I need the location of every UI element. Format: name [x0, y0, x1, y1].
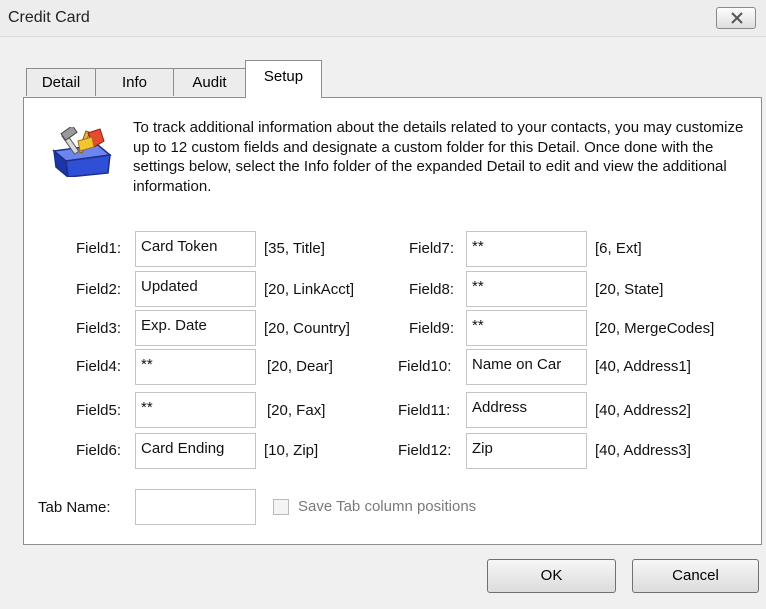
- field4-spec: [20, Dear]: [267, 358, 333, 375]
- tab-name-label: Tab Name:: [38, 499, 111, 516]
- tab-name-input[interactable]: [135, 489, 256, 525]
- field1-label: Field1:: [76, 240, 122, 257]
- field2-label: Field2:: [76, 281, 122, 298]
- field6-spec: [10, Zip]: [264, 442, 319, 459]
- field10-spec: [40, Address1]: [595, 358, 691, 375]
- field1-input[interactable]: Card Token: [135, 231, 256, 267]
- field12-input[interactable]: Zip: [466, 433, 587, 469]
- field6-label: Field6:: [76, 442, 122, 459]
- tab-detail[interactable]: Detail: [26, 68, 96, 96]
- save-positions-label: Save Tab column positions: [298, 498, 477, 515]
- field4-input[interactable]: **: [135, 349, 256, 385]
- field2-input[interactable]: Updated: [135, 271, 256, 307]
- field5-label: Field5:: [76, 402, 122, 419]
- field8-input[interactable]: **: [466, 271, 587, 307]
- close-button[interactable]: [716, 7, 756, 29]
- window-title: Credit Card: [8, 9, 90, 26]
- field11-label: Field11:: [398, 402, 451, 419]
- field3-label: Field3:: [76, 320, 122, 337]
- field4-label: Field4:: [76, 358, 122, 375]
- field3-input[interactable]: Exp. Date: [135, 310, 256, 346]
- field3-spec: [20, Country]: [264, 320, 350, 337]
- field2-spec: [20, LinkAcct]: [264, 281, 355, 298]
- cancel-button[interactable]: Cancel: [632, 559, 759, 593]
- field8-spec: [20, State]: [595, 281, 664, 298]
- title-bar: Credit Card: [0, 0, 766, 37]
- field10-label: Field10:: [398, 358, 452, 375]
- intro-text: To track additional information about th…: [133, 119, 744, 195]
- field12-spec: [40, Address3]: [595, 442, 691, 459]
- field9-spec: [20, MergeCodes]: [595, 320, 715, 337]
- field6-input[interactable]: Card Ending: [135, 433, 256, 469]
- field9-label: Field9:: [409, 320, 455, 337]
- close-icon: [731, 12, 743, 24]
- field1-spec: [35, Title]: [264, 240, 325, 257]
- field7-spec: [6, Ext]: [595, 240, 642, 257]
- field9-input[interactable]: **: [466, 310, 587, 346]
- field11-spec: [40, Address2]: [595, 402, 691, 419]
- field8-label: Field8:: [409, 281, 455, 298]
- field12-label: Field12:: [398, 442, 452, 459]
- ok-button[interactable]: OK: [487, 559, 616, 593]
- tab-audit[interactable]: Audit: [173, 68, 246, 96]
- tab-setup[interactable]: Setup: [245, 60, 322, 98]
- field7-label: Field7:: [409, 240, 455, 257]
- field5-input[interactable]: **: [135, 392, 256, 428]
- save-positions-checkbox[interactable]: [273, 499, 289, 515]
- toolbox-icon: [48, 125, 120, 179]
- field7-input[interactable]: **: [466, 231, 587, 267]
- field5-spec: [20, Fax]: [267, 402, 326, 419]
- field11-input[interactable]: Address: [466, 392, 587, 428]
- tab-info[interactable]: Info: [95, 68, 174, 96]
- field10-input[interactable]: Name on Car: [466, 349, 587, 385]
